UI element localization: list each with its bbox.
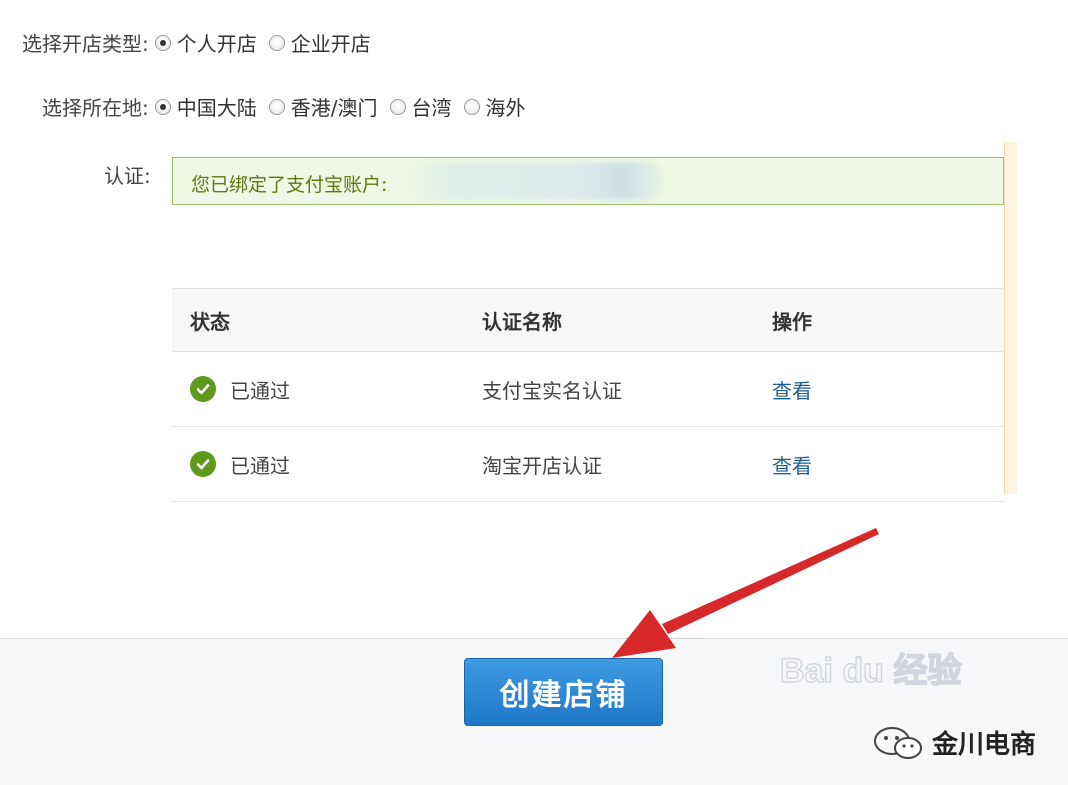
radio-taiwan[interactable] (389, 98, 406, 115)
radio-label-mainland-china[interactable]: 中国大陆 (177, 92, 257, 121)
radio-label-enterprise-shop[interactable]: 企业开店 (291, 28, 371, 57)
radio-enterprise-shop[interactable] (268, 34, 285, 51)
auth-table: 状态 认证名称 操作 已通过 支付宝实名认证 查看 已通过 淘宝开店认证 查看 (172, 288, 1004, 502)
side-panel-edge (1004, 142, 1017, 494)
view-link[interactable]: 查看 (772, 454, 812, 478)
view-link[interactable]: 查看 (772, 379, 812, 403)
auth-notice-text: 您已绑定了支付宝账户: (191, 174, 388, 196)
status-cell: 已通过 (172, 351, 481, 427)
status-cell: 已通过 (172, 426, 481, 502)
table-header-row: 状态 认证名称 操作 (172, 288, 1004, 352)
status-text: 已通过 (230, 453, 290, 478)
radio-personal-shop[interactable] (154, 34, 171, 51)
action-cell: 查看 (771, 351, 1004, 427)
check-circle-icon (190, 376, 216, 402)
action-cell: 查看 (771, 426, 1004, 502)
arrow-shaft (662, 528, 879, 634)
radio-hk-macau[interactable] (268, 98, 285, 115)
radio-mainland-china[interactable] (154, 98, 171, 115)
location-label: 选择所在地: (42, 96, 149, 120)
status-text: 已通过 (230, 378, 290, 403)
radio-label-overseas[interactable]: 海外 (486, 92, 526, 121)
table-row: 已通过 淘宝开店认证 查看 (172, 426, 1004, 502)
auth-label: 认证: (104, 164, 151, 188)
location-row: 选择所在地: 中国大陆 香港/澳门 台湾 海外 (42, 92, 532, 121)
redacted-account-blur (409, 162, 663, 200)
radio-overseas[interactable] (463, 98, 480, 115)
shop-type-row: 选择开店类型: 个人开店 企业开店 (22, 28, 377, 57)
wechat-icon (874, 727, 922, 759)
brand-caption: 金川电商 (932, 730, 1037, 760)
radio-label-hk-macau[interactable]: 香港/澳门 (291, 92, 378, 121)
auth-name-cell: 淘宝开店认证 (481, 426, 771, 502)
header-status: 状态 (172, 288, 481, 352)
table-row: 已通过 支付宝实名认证 查看 (172, 351, 1004, 427)
radio-label-taiwan[interactable]: 台湾 (412, 92, 452, 121)
check-circle-icon (190, 451, 216, 477)
header-auth-name: 认证名称 (481, 288, 771, 352)
radio-label-personal-shop[interactable]: 个人开店 (177, 28, 257, 57)
shop-type-label: 选择开店类型: (22, 32, 149, 56)
auth-notice-box: 您已绑定了支付宝账户: (172, 157, 1004, 205)
header-action: 操作 (771, 288, 1004, 352)
create-store-button[interactable]: 创建店铺 (464, 658, 663, 726)
auth-name-cell: 支付宝实名认证 (481, 351, 771, 427)
